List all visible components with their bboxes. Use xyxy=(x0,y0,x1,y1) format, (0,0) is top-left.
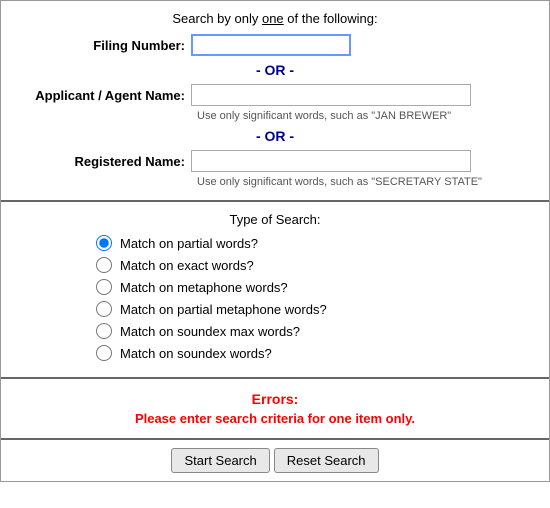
radio-row-metaphone: Match on metaphone words? xyxy=(16,279,534,295)
registered-label: Registered Name: xyxy=(16,154,191,169)
search-type-title: Type of Search: xyxy=(16,212,534,227)
radio-soundex-max-label: Match on soundex max words? xyxy=(120,324,340,339)
start-search-button[interactable]: Start Search xyxy=(171,448,269,473)
radio-row-soundex: Match on soundex words? xyxy=(16,345,534,361)
section-title: Search by only one of the following: xyxy=(16,11,534,26)
radio-exact[interactable] xyxy=(96,257,112,273)
filing-number-label: Filing Number: xyxy=(16,38,191,53)
applicant-label: Applicant / Agent Name: xyxy=(16,88,191,103)
radio-row-partial: Match on partial words? xyxy=(16,235,534,251)
radio-soundex-label: Match on soundex words? xyxy=(120,346,340,361)
radio-row-partial-metaphone: Match on partial metaphone words? xyxy=(16,301,534,317)
applicant-input[interactable] xyxy=(191,84,471,106)
radio-partial-label: Match on partial words? xyxy=(120,236,340,251)
reset-search-button[interactable]: Reset Search xyxy=(274,448,379,473)
radio-soundex-max[interactable] xyxy=(96,323,112,339)
radio-row-soundex-max: Match on soundex max words? xyxy=(16,323,534,339)
registered-hint: Use only significant words, such as "SEC… xyxy=(197,176,534,188)
error-title: Errors: xyxy=(16,391,534,407)
radio-metaphone-label: Match on metaphone words? xyxy=(120,280,340,295)
error-message: Please enter search criteria for one ite… xyxy=(16,411,534,426)
registered-input[interactable] xyxy=(191,150,471,172)
radio-partial[interactable] xyxy=(96,235,112,251)
search-type-section: Type of Search: Match on partial words? … xyxy=(1,202,549,379)
search-form-section: Search by only one of the following: Fil… xyxy=(1,1,549,202)
or-divider-2: - OR - xyxy=(16,128,534,144)
radio-row-exact: Match on exact words? xyxy=(16,257,534,273)
radio-soundex[interactable] xyxy=(96,345,112,361)
registered-row: Registered Name: xyxy=(16,150,534,172)
radio-metaphone[interactable] xyxy=(96,279,112,295)
filing-number-input[interactable] xyxy=(191,34,351,56)
radio-exact-label: Match on exact words? xyxy=(120,258,340,273)
applicant-hint: Use only significant words, such as "JAN… xyxy=(197,110,534,122)
radio-partial-metaphone[interactable] xyxy=(96,301,112,317)
applicant-row: Applicant / Agent Name: xyxy=(16,84,534,106)
errors-section: Errors: Please enter search criteria for… xyxy=(1,379,549,440)
or-divider-1: - OR - xyxy=(16,62,534,78)
filing-number-row: Filing Number: xyxy=(16,34,534,56)
radio-partial-metaphone-label: Match on partial metaphone words? xyxy=(120,302,340,317)
buttons-section: Start Search Reset Search xyxy=(1,440,549,481)
main-container: Search by only one of the following: Fil… xyxy=(0,0,550,482)
